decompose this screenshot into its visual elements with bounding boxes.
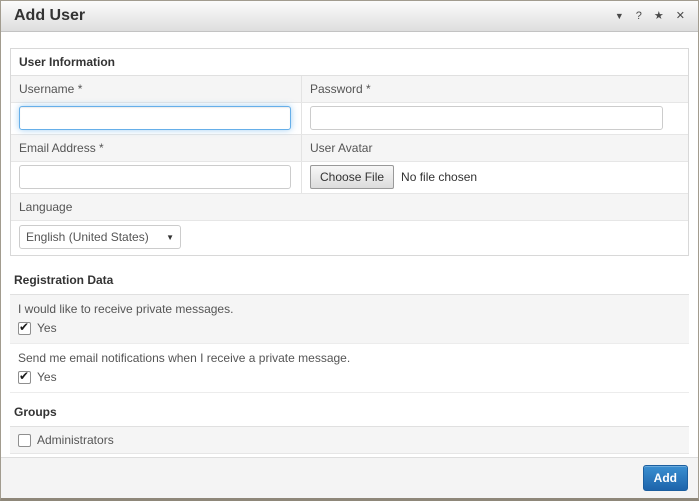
language-select[interactable]: English (United States): [19, 225, 181, 249]
section-user-information: User Information Username * Password * E…: [10, 48, 689, 256]
favorite-icon[interactable]: ★: [654, 11, 664, 22]
page-title: Add User: [14, 7, 85, 25]
row-language-label: Language: [11, 194, 688, 221]
administrators-label: Administrators: [37, 433, 114, 447]
row-username-password-inputs: [11, 103, 688, 135]
add-user-dialog: Add User ▼ ? ★ ✕ User Information Userna…: [0, 0, 699, 501]
titlebar-icons: ▼ ? ★ ✕: [615, 11, 685, 22]
private-messages-text: I would like to receive private messages…: [18, 302, 681, 316]
email-notifications-text: Send me email notifications when I recei…: [18, 351, 681, 365]
private-messages-checkbox[interactable]: [18, 322, 31, 335]
language-label: Language: [11, 194, 688, 220]
row-email-avatar-labels: Email Address * User Avatar: [11, 135, 688, 162]
username-label: Username *: [11, 76, 302, 102]
group-row-administrators: Administrators: [10, 427, 689, 454]
administrators-checkbox[interactable]: [18, 434, 31, 447]
email-input[interactable]: [19, 165, 291, 189]
row-email-avatar-inputs: Choose File No file chosen: [11, 162, 688, 194]
private-messages-checkbox-label: Yes: [37, 321, 57, 335]
section-groups: Groups Administrators: [10, 399, 689, 454]
row-language-input: English (United States): [11, 221, 688, 255]
section-registration-data: Registration Data I would like to receiv…: [10, 267, 689, 393]
dialog-footer: Add: [1, 457, 698, 498]
close-icon[interactable]: ✕: [676, 11, 685, 22]
email-notifications-checkbox[interactable]: [18, 371, 31, 384]
choose-file-button[interactable]: Choose File: [310, 165, 394, 189]
language-select-wrap: English (United States): [19, 225, 181, 249]
avatar-label: User Avatar: [302, 135, 688, 161]
dialog-titlebar: Add User ▼ ? ★ ✕: [1, 1, 698, 32]
password-input[interactable]: [310, 106, 663, 130]
avatar-file-input: Choose File No file chosen: [310, 165, 680, 189]
password-label: Password *: [302, 76, 688, 102]
minimize-icon[interactable]: ▼: [615, 12, 624, 21]
dialog-content: User Information Username * Password * E…: [1, 48, 698, 454]
section-title-groups: Groups: [10, 399, 689, 427]
file-status-text: No file chosen: [401, 170, 477, 184]
registration-row-email-notifications: Send me email notifications when I recei…: [10, 344, 689, 393]
email-label: Email Address *: [11, 135, 302, 161]
row-username-password-labels: Username * Password *: [11, 76, 688, 103]
username-input[interactable]: [19, 106, 291, 130]
add-button[interactable]: Add: [643, 465, 688, 491]
help-icon[interactable]: ?: [636, 11, 642, 22]
registration-row-private-messages: I would like to receive private messages…: [10, 295, 689, 344]
section-title-registration-data: Registration Data: [10, 267, 689, 295]
email-notifications-checkbox-label: Yes: [37, 370, 57, 384]
section-title-user-information: User Information: [11, 49, 688, 76]
